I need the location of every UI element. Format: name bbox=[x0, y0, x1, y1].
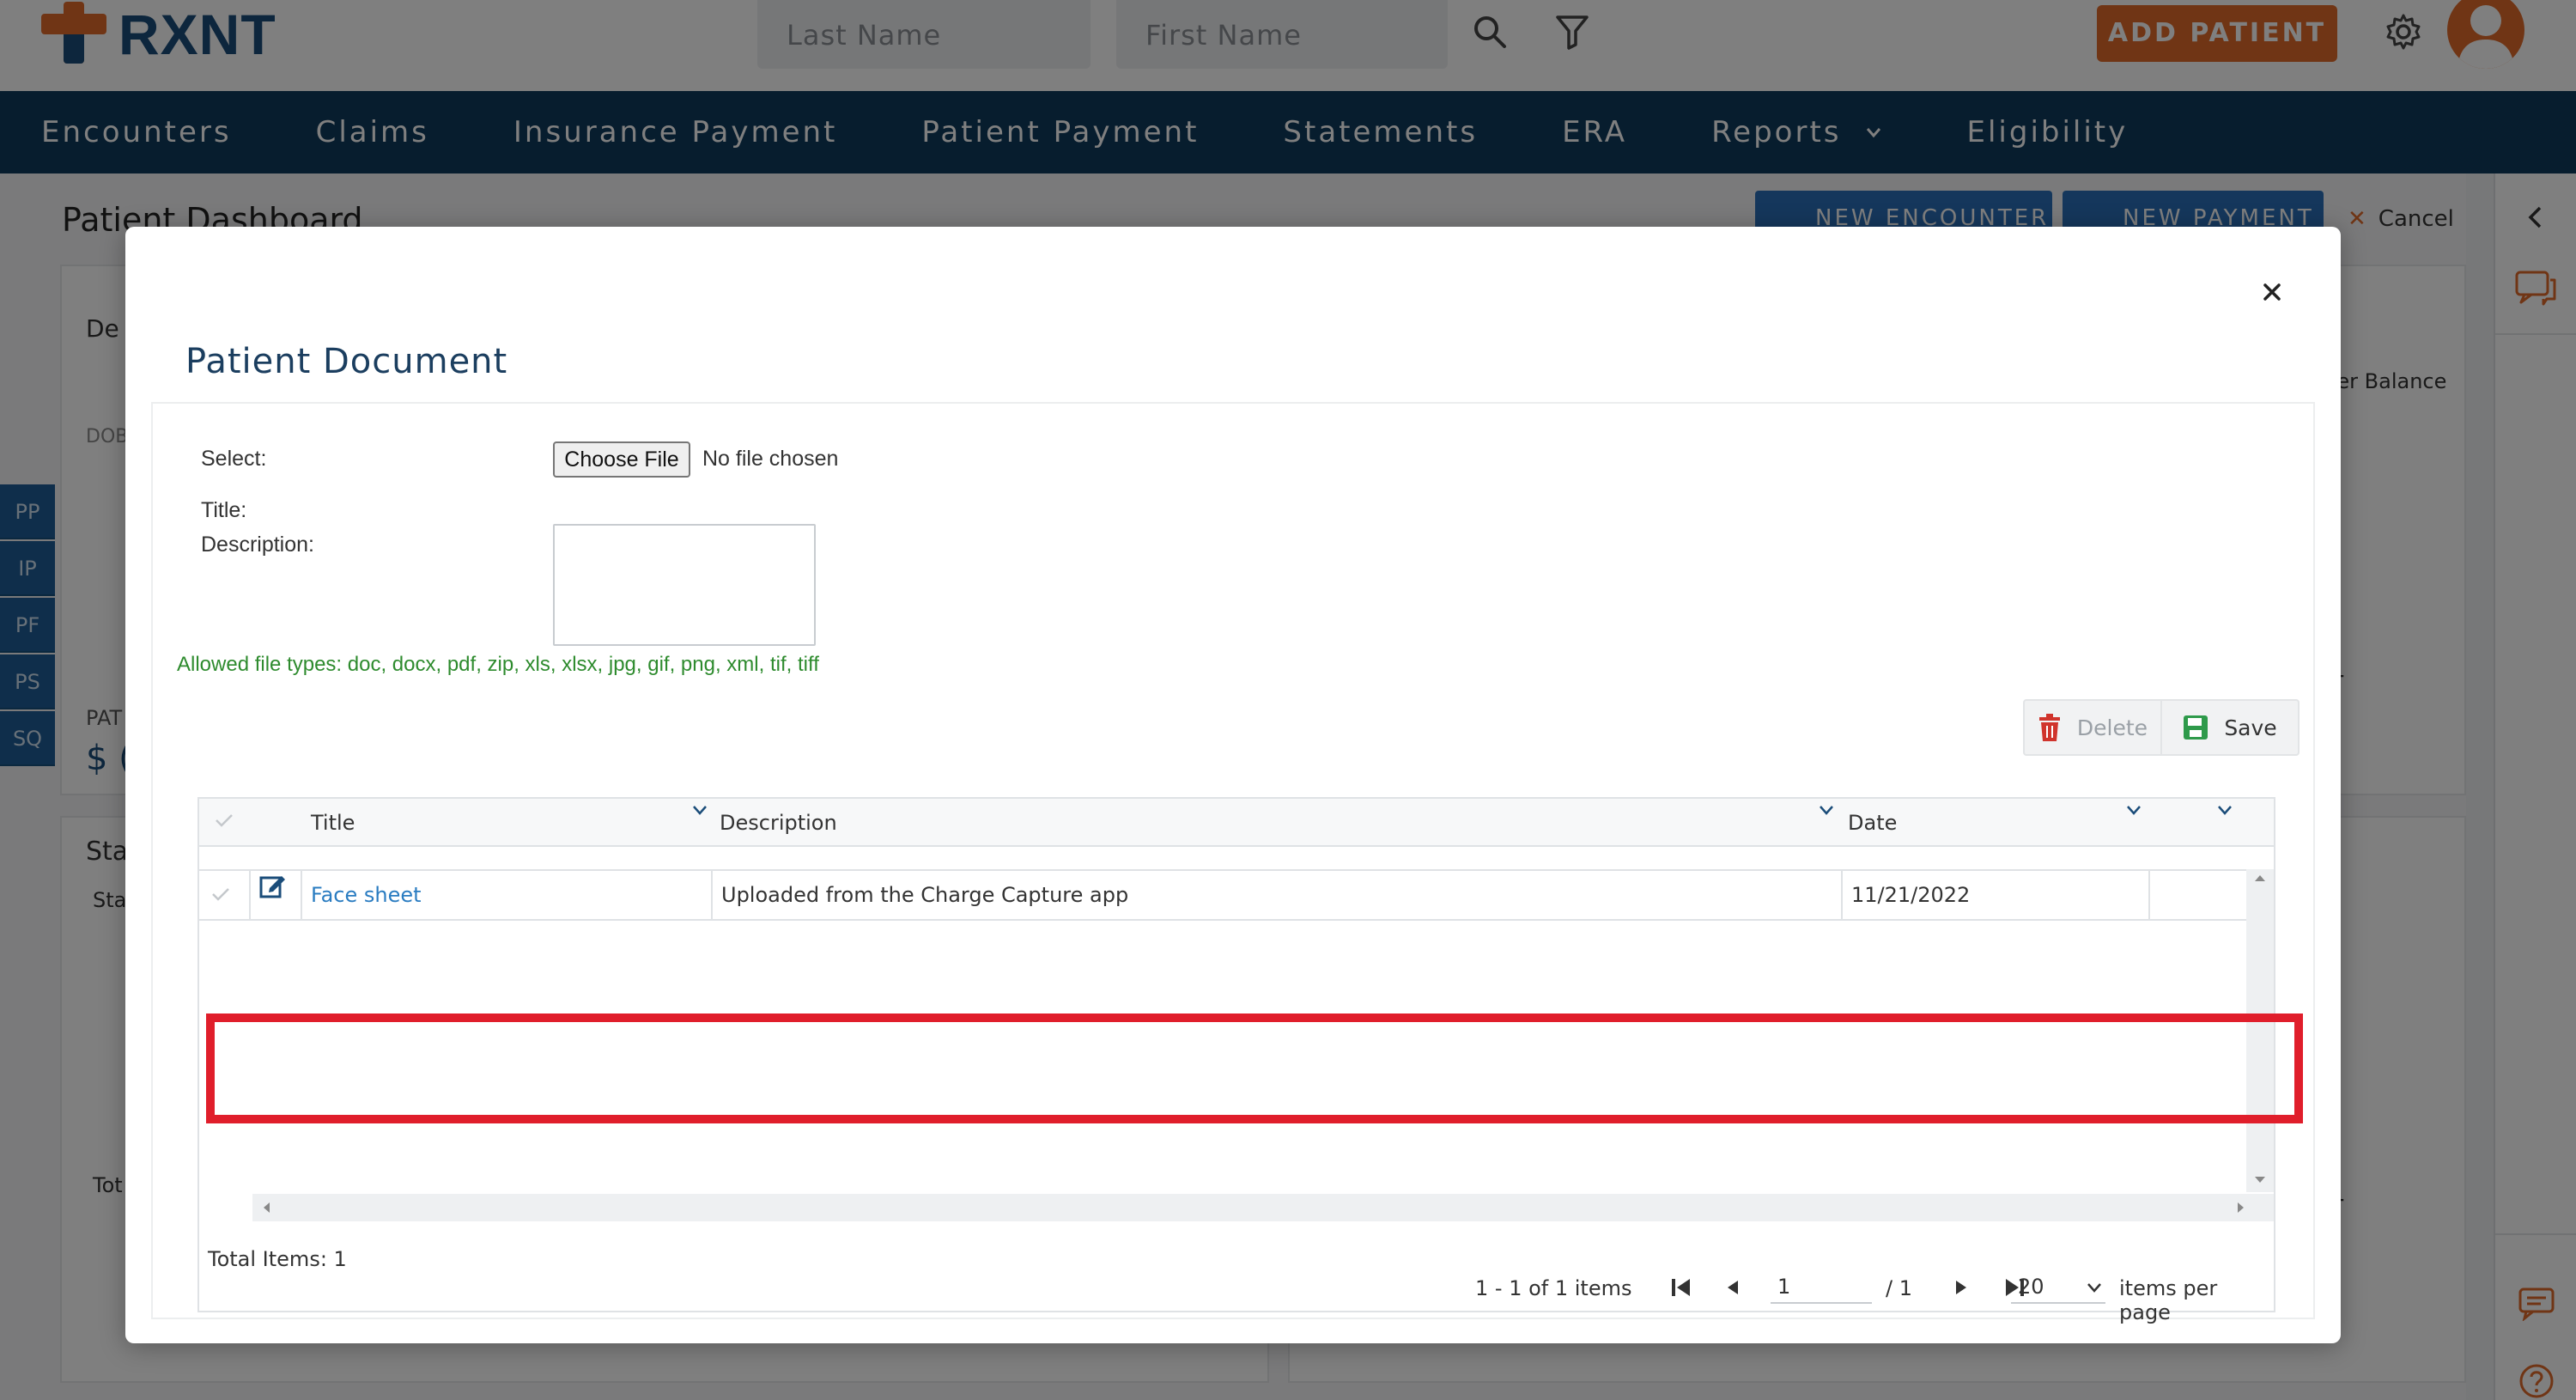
total-items-text: Total Items: 1 bbox=[208, 1247, 347, 1271]
description-label: Description: bbox=[201, 533, 314, 557]
next-page-icon[interactable] bbox=[1951, 1276, 1971, 1299]
scroll-right-icon[interactable] bbox=[2236, 1201, 2246, 1214]
items-per-page-label: items per page bbox=[2119, 1276, 2218, 1324]
page-number-input[interactable]: 1 bbox=[1771, 1269, 1872, 1304]
page-size-value: 20 bbox=[2018, 1275, 2044, 1299]
row-checkbox[interactable] bbox=[199, 871, 251, 919]
first-page-icon[interactable] bbox=[1669, 1276, 1693, 1299]
grid-horizontal-scrollbar[interactable] bbox=[252, 1194, 2274, 1221]
column-header-title[interactable]: Title bbox=[311, 811, 355, 835]
chevron-down-icon[interactable] bbox=[1819, 804, 1834, 816]
chevron-down-icon[interactable] bbox=[2217, 804, 2233, 816]
row-extra-cell bbox=[2150, 871, 2246, 919]
document-title-link[interactable]: Face sheet bbox=[302, 871, 713, 919]
document-panel: Select: Choose File No file chosen Title… bbox=[151, 402, 2315, 1324]
row-edit[interactable] bbox=[251, 871, 302, 919]
page-count: / 1 bbox=[1886, 1276, 1912, 1300]
floppy-save-icon bbox=[2184, 715, 2208, 740]
delete-label: Delete bbox=[2076, 715, 2148, 740]
no-file-text: No file chosen bbox=[702, 447, 839, 471]
column-header-date[interactable]: Date bbox=[1848, 811, 1897, 835]
grid-header: Title Description Date bbox=[199, 799, 2274, 847]
trash-icon bbox=[2038, 714, 2060, 741]
select-all-checkbox[interactable] bbox=[215, 813, 234, 828]
document-actions: Delete Save bbox=[2023, 699, 2300, 756]
edit-icon bbox=[259, 876, 285, 898]
close-icon[interactable] bbox=[2255, 275, 2289, 309]
column-header-description[interactable]: Description bbox=[720, 811, 837, 835]
table-row[interactable]: Face sheet Uploaded from the Charge Capt… bbox=[199, 869, 2246, 921]
title-label: Title: bbox=[201, 498, 247, 522]
previous-page-icon[interactable] bbox=[1722, 1276, 1743, 1299]
scroll-up-icon[interactable] bbox=[2253, 873, 2267, 883]
patient-document-modal: Patient Document Select: Choose File No … bbox=[125, 227, 2341, 1343]
delete-button[interactable]: Delete bbox=[2025, 701, 2162, 754]
allowed-file-types: Allowed file types: doc, docx, pdf, zip,… bbox=[177, 653, 819, 676]
modal-title: Patient Document bbox=[185, 342, 508, 381]
scroll-down-icon[interactable] bbox=[2253, 1175, 2267, 1185]
document-date: 11/21/2022 bbox=[1843, 871, 2150, 919]
document-description: Uploaded from the Charge Capture app bbox=[713, 871, 1843, 919]
chevron-down-icon[interactable] bbox=[2126, 804, 2142, 816]
save-label: Save bbox=[2224, 715, 2277, 740]
chevron-down-icon bbox=[2087, 1283, 2101, 1293]
row-highlight-box bbox=[206, 1013, 2303, 1123]
select-label: Select: bbox=[201, 447, 267, 471]
page-size-select[interactable]: 20 bbox=[2011, 1269, 2105, 1304]
chevron-down-icon[interactable] bbox=[692, 804, 708, 816]
check-icon bbox=[212, 888, 229, 901]
choose-file-button[interactable]: Choose File bbox=[553, 441, 690, 478]
pager-range: 1 - 1 of 1 items bbox=[1475, 1276, 1632, 1300]
save-button[interactable]: Save bbox=[2162, 701, 2298, 754]
scroll-left-icon[interactable] bbox=[261, 1201, 271, 1214]
description-textarea[interactable] bbox=[553, 524, 816, 646]
